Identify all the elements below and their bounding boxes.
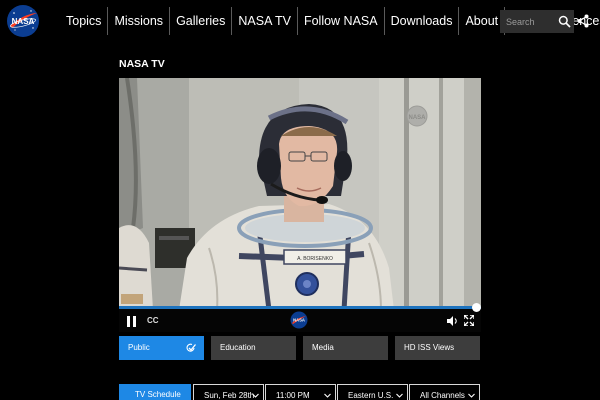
video-player[interactable]: NASA A. BORISENKO CC NASA <box>119 78 481 332</box>
date-select-value: Sun, Feb 28th <box>204 391 255 400</box>
video-frame[interactable]: NASA A. BORISENKO <box>119 78 481 310</box>
search-input[interactable] <box>500 10 556 33</box>
nav-item-downloads[interactable]: Downloads <box>385 7 459 35</box>
tab-hd-iss-views[interactable]: HD ISS Views <box>395 336 480 360</box>
nasa-player-logo: NASA <box>290 311 308 329</box>
search-box <box>500 10 574 33</box>
channel-select-value: All Channels <box>420 391 465 400</box>
svg-text:NASA: NASA <box>12 17 35 26</box>
channel-select[interactable]: All Channels <box>409 384 480 400</box>
check-icon <box>186 343 196 352</box>
svg-text:NASA: NASA <box>293 318 305 323</box>
tv-schedule-button[interactable]: TV Schedule <box>119 384 191 400</box>
share-icon[interactable] <box>577 14 589 28</box>
chevron-down-icon <box>468 393 475 398</box>
nav-item-missions[interactable]: Missions <box>108 7 169 35</box>
chevron-down-icon <box>324 393 331 398</box>
tab-education[interactable]: Education <box>211 336 296 360</box>
chevron-down-icon <box>396 393 403 398</box>
progress-fill <box>119 306 481 309</box>
nav-item-topics[interactable]: Topics <box>60 7 107 35</box>
search-icon[interactable] <box>558 15 571 28</box>
tab-label: HD ISS Views <box>404 343 455 352</box>
page-title: NASA TV <box>119 58 165 70</box>
tab-label: Public <box>128 343 150 352</box>
time-select-value: 11:00 PM <box>276 391 310 400</box>
nav-item-nasa-tv[interactable]: NASA TV <box>232 7 297 35</box>
timezone-select[interactable]: Eastern U.S. <box>337 384 408 400</box>
nav-item-galleries[interactable]: Galleries <box>170 7 231 35</box>
svg-text:A. BORISENKO: A. BORISENKO <box>297 256 333 262</box>
nasa-logo[interactable]: NASA <box>6 4 40 38</box>
top-navigation: NASA Topics Missions Galleries NASA TV F… <box>0 0 600 42</box>
tab-label: Media <box>312 343 334 352</box>
volume-icon[interactable] <box>447 316 458 326</box>
nav-item-follow-nasa[interactable]: Follow NASA <box>298 7 384 35</box>
svg-text:NASA: NASA <box>408 115 426 121</box>
tab-label: Education <box>220 343 256 352</box>
closed-captions-button[interactable]: CC <box>147 316 159 325</box>
pause-icon[interactable] <box>127 316 136 327</box>
time-select[interactable]: 11:00 PM <box>265 384 336 400</box>
tab-media[interactable]: Media <box>303 336 388 360</box>
chevron-down-icon <box>252 393 259 398</box>
progress-bar[interactable] <box>119 303 481 312</box>
progress-handle[interactable] <box>472 303 481 312</box>
timezone-select-value: Eastern U.S. <box>348 391 394 400</box>
tab-public[interactable]: Public <box>119 336 204 360</box>
date-select[interactable]: Sun, Feb 28th <box>193 384 264 400</box>
nav-item-about[interactable]: About <box>459 7 504 35</box>
player-controls: CC NASA <box>119 303 481 332</box>
fullscreen-icon[interactable] <box>464 315 474 326</box>
